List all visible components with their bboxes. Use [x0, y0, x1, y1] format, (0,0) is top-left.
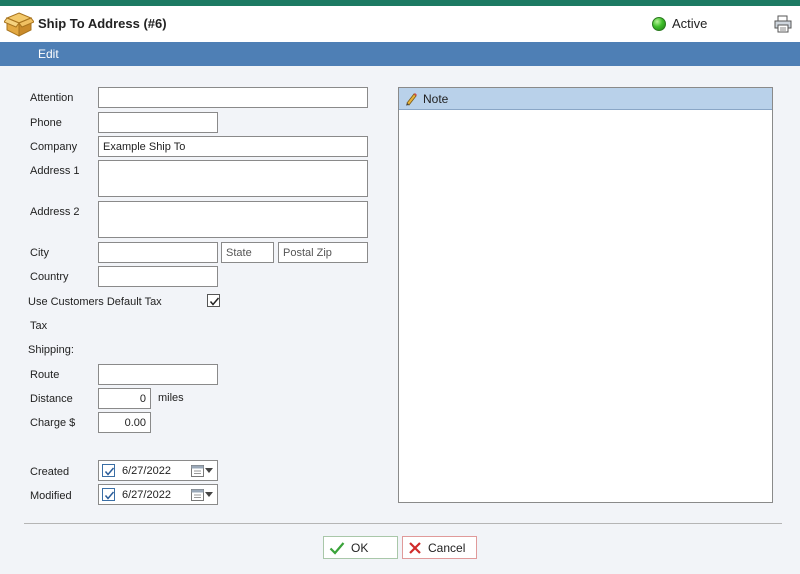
route-label: Route [30, 369, 60, 381]
tax-label: Tax [30, 320, 48, 332]
distance-input[interactable] [98, 388, 151, 409]
status-label: Active [672, 16, 708, 31]
modified-date-value: 6/27/2022 [122, 489, 171, 501]
note-panel: Note [398, 87, 773, 503]
calendar-icon[interactable] [191, 464, 204, 477]
created-date-value: 6/27/2022 [122, 465, 171, 477]
print-icon[interactable] [774, 15, 792, 33]
attention-label: Attention [30, 92, 74, 104]
package-box-icon [4, 12, 34, 37]
state-input[interactable] [221, 242, 274, 263]
attention-input[interactable] [98, 87, 368, 108]
window-title: Ship To Address (#6) [38, 16, 167, 31]
use-default-tax-checkbox[interactable] [207, 294, 220, 307]
calendar-icon[interactable] [191, 488, 204, 501]
cancel-button-label: Cancel [428, 540, 466, 555]
checkmark-icon [104, 491, 115, 500]
x-icon [409, 541, 421, 554]
modified-checkbox[interactable] [102, 488, 115, 501]
city-label: City [30, 247, 49, 259]
checkmark-icon [104, 467, 115, 476]
address2-input[interactable] [98, 201, 368, 238]
modified-label: Modified [30, 490, 72, 502]
shipping-label: Shipping: [28, 344, 74, 356]
status-indicator: Active [652, 16, 707, 31]
pencil-icon [406, 93, 417, 106]
address1-input[interactable] [98, 160, 368, 197]
route-input[interactable] [98, 364, 218, 385]
phone-label: Phone [30, 117, 62, 129]
phone-input[interactable] [98, 112, 218, 133]
address1-label: Address 1 [30, 165, 80, 177]
modified-date-picker[interactable]: 6/27/2022 [98, 484, 218, 505]
charge-label: Charge $ [30, 417, 76, 429]
ok-button-label: OK [351, 540, 369, 555]
created-date-picker[interactable]: 6/27/2022 [98, 460, 218, 481]
note-title: Note [423, 92, 449, 106]
use-default-tax-label: Use Customers Default Tax [28, 296, 162, 308]
note-textarea[interactable] [399, 110, 772, 502]
status-dot-icon [652, 16, 666, 31]
country-input[interactable] [98, 266, 218, 287]
note-header: Note [399, 88, 772, 110]
distance-unit: miles [158, 392, 184, 404]
cancel-button[interactable]: Cancel [402, 536, 477, 559]
checkmark-icon [209, 297, 220, 306]
title-bar: Ship To Address (#6) Active [0, 6, 800, 42]
zip-input[interactable] [278, 242, 368, 263]
created-checkbox[interactable] [102, 464, 115, 477]
menu-bar: Edit [0, 42, 800, 66]
menu-edit[interactable]: Edit [38, 47, 59, 61]
address2-label: Address 2 [30, 206, 80, 218]
company-input[interactable] [98, 136, 368, 157]
footer-divider [24, 523, 782, 524]
charge-input[interactable] [98, 412, 151, 433]
created-label: Created [30, 466, 70, 478]
country-label: Country [30, 271, 69, 283]
chevron-down-icon[interactable] [205, 468, 213, 473]
city-input[interactable] [98, 242, 218, 263]
checkmark-icon [329, 541, 345, 555]
company-label: Company [30, 141, 78, 153]
distance-label: Distance [30, 393, 73, 405]
ok-button[interactable]: OK [323, 536, 398, 559]
chevron-down-icon[interactable] [205, 492, 213, 497]
